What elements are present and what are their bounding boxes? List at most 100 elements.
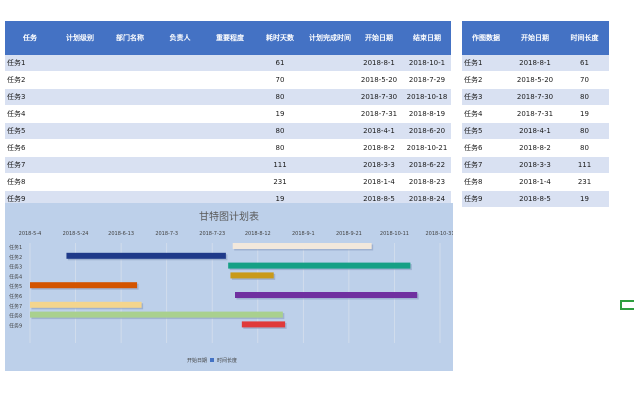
table-cell[interactable]: 2018-6-20	[403, 122, 451, 140]
table-cell[interactable]: 2018-1-4	[355, 173, 403, 191]
table-cell[interactable]: 80	[560, 139, 609, 157]
table-cell[interactable]: 任务5	[462, 122, 510, 140]
table-cell[interactable]: 任务3	[462, 88, 510, 106]
table-cell[interactable]	[55, 88, 105, 106]
table-cell[interactable]	[155, 88, 205, 106]
table-cell[interactable]: 2018-5-20	[510, 71, 560, 89]
main_table-header-cell[interactable]: 重要程度	[205, 21, 255, 55]
table-cell[interactable]: 2018-1-4	[510, 173, 560, 191]
table-cell[interactable]	[105, 71, 155, 89]
table-cell[interactable]: 2018-7-30	[510, 88, 560, 106]
table-cell[interactable]	[105, 88, 155, 106]
table-cell[interactable]: 2018-5-20	[355, 71, 403, 89]
table-cell[interactable]	[205, 71, 255, 89]
table-cell[interactable]: 任务6	[462, 139, 510, 157]
table-cell[interactable]	[305, 71, 355, 89]
table-cell[interactable]: 任务5	[5, 122, 55, 140]
table-cell[interactable]: 任务6	[5, 139, 55, 157]
table-cell[interactable]	[305, 55, 355, 72]
table-cell[interactable]: 任务8	[5, 173, 55, 191]
table-cell[interactable]: 任务3	[5, 88, 55, 106]
table-cell[interactable]: 111	[255, 156, 305, 174]
table-cell[interactable]: 61	[560, 55, 609, 72]
table-cell[interactable]	[205, 55, 255, 72]
main_table-header-cell[interactable]: 负责人	[155, 21, 205, 55]
table-cell[interactable]: 任务4	[462, 105, 510, 123]
table-cell[interactable]: 2018-8-19	[403, 105, 451, 123]
table-cell[interactable]: 2018-8-2	[355, 139, 403, 157]
table-cell[interactable]	[105, 139, 155, 157]
side_table-header-cell[interactable]: 开始日期	[510, 21, 560, 55]
table-cell[interactable]	[155, 55, 205, 72]
table-cell[interactable]: 任务8	[462, 173, 510, 191]
side_table-header-cell[interactable]: 时间长度	[560, 21, 609, 55]
main_table-header-cell[interactable]: 任务	[5, 21, 55, 55]
table-cell[interactable]: 2018-6-22	[403, 156, 451, 174]
table-cell[interactable]: 任务1	[462, 55, 510, 72]
main_table-header-cell[interactable]: 耗时天数	[255, 21, 305, 55]
table-cell[interactable]: 80	[560, 88, 609, 106]
table-cell[interactable]: 任务9	[462, 190, 510, 208]
table-cell[interactable]: 80	[560, 122, 609, 140]
table-cell[interactable]	[55, 71, 105, 89]
side_table-header-cell[interactable]: 作图数据	[462, 21, 510, 55]
table-cell[interactable]	[305, 122, 355, 140]
table-cell[interactable]: 2018-8-5	[510, 190, 560, 208]
table-cell[interactable]: 19	[560, 190, 609, 208]
table-cell[interactable]	[205, 105, 255, 123]
main_table-header-cell[interactable]: 开始日期	[355, 21, 403, 55]
table-cell[interactable]	[55, 156, 105, 174]
table-cell[interactable]: 80	[255, 122, 305, 140]
table-cell[interactable]	[205, 156, 255, 174]
table-cell[interactable]: 231	[255, 173, 305, 191]
main_table-header-cell[interactable]: 计划级别	[55, 21, 105, 55]
table-cell[interactable]	[155, 71, 205, 89]
table-cell[interactable]	[55, 139, 105, 157]
table-cell[interactable]: 2018-8-23	[403, 173, 451, 191]
table-cell[interactable]	[205, 139, 255, 157]
gantt-chart[interactable]: 2018-5-4 2018-5-24 2018-6-13 2018-7-3 2018-7…	[5, 203, 453, 371]
table-cell[interactable]: 111	[560, 156, 609, 174]
table-cell[interactable]	[105, 105, 155, 123]
table-cell[interactable]: 2018-7-30	[355, 88, 403, 106]
table-cell[interactable]: 2018-7-29	[403, 71, 451, 89]
table-cell[interactable]	[105, 156, 155, 174]
table-cell[interactable]: 2018-8-1	[510, 55, 560, 72]
table-cell[interactable]	[155, 122, 205, 140]
main_table-header-cell[interactable]: 计划完成时间	[305, 21, 355, 55]
table-cell[interactable]: 2018-8-2	[510, 139, 560, 157]
table-cell[interactable]	[205, 122, 255, 140]
table-cell[interactable]	[155, 139, 205, 157]
table-cell[interactable]	[155, 156, 205, 174]
table-cell[interactable]: 任务7	[462, 156, 510, 174]
table-cell[interactable]: 任务2	[5, 71, 55, 89]
table-cell[interactable]: 2018-3-3	[355, 156, 403, 174]
table-cell[interactable]	[305, 88, 355, 106]
table-cell[interactable]: 任务7	[5, 156, 55, 174]
table-cell[interactable]	[55, 105, 105, 123]
table-cell[interactable]	[155, 105, 205, 123]
table-cell[interactable]: 2018-4-1	[355, 122, 403, 140]
table-cell[interactable]	[155, 173, 205, 191]
table-cell[interactable]	[305, 105, 355, 123]
table-cell[interactable]	[55, 55, 105, 72]
table-cell[interactable]	[305, 173, 355, 191]
table-cell[interactable]: 80	[255, 139, 305, 157]
main_table-header-cell[interactable]: 结束日期	[403, 21, 451, 55]
table-cell[interactable]: 80	[255, 88, 305, 106]
main_table-header-cell[interactable]: 部门名称	[105, 21, 155, 55]
table-cell[interactable]: 2018-10-1	[403, 55, 451, 72]
table-cell[interactable]: 19	[255, 105, 305, 123]
table-cell[interactable]	[305, 139, 355, 157]
table-cell[interactable]	[105, 173, 155, 191]
table-cell[interactable]	[305, 156, 355, 174]
table-cell[interactable]: 2018-7-31	[510, 105, 560, 123]
cell-selection-marker[interactable]	[620, 300, 634, 310]
table-cell[interactable]: 61	[255, 55, 305, 72]
table-cell[interactable]: 2018-8-1	[355, 55, 403, 72]
table-cell[interactable]	[55, 122, 105, 140]
table-cell[interactable]: 2018-10-18	[403, 88, 451, 106]
table-cell[interactable]	[105, 55, 155, 72]
table-cell[interactable]: 2018-4-1	[510, 122, 560, 140]
table-cell[interactable]	[205, 88, 255, 106]
